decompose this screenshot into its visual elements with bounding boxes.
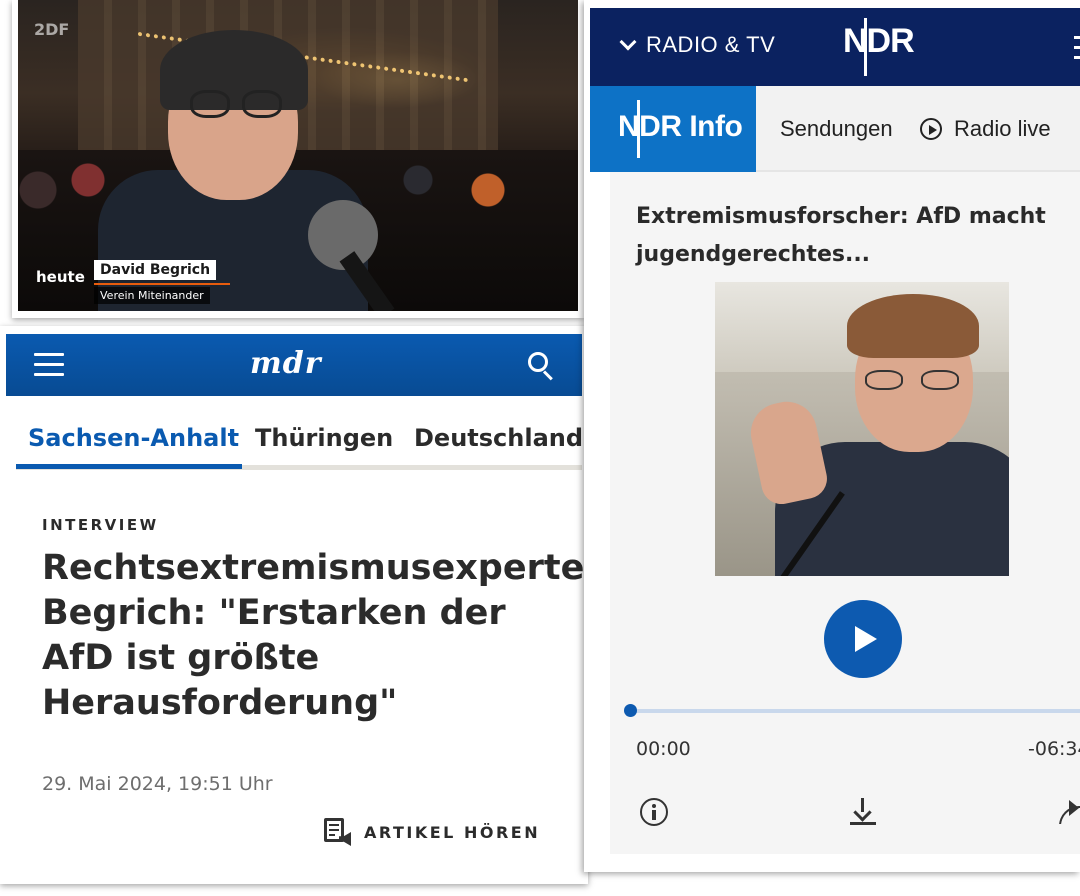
mdr-header-bar: mdr bbox=[6, 334, 582, 396]
region-tab-bar: Sachsen-Anhalt Thüringen Deutschland bbox=[16, 416, 583, 470]
ndr-logo[interactable]: NDR bbox=[843, 18, 915, 76]
ndr-top-bar: RADIO & TV NDR bbox=[590, 8, 1080, 86]
play-button[interactable] bbox=[824, 600, 902, 678]
lower-third-name: David Begrich bbox=[94, 260, 217, 280]
ndr-sub-navigation: NDR Info Sendungen Radio live bbox=[590, 86, 1080, 172]
active-tab-indicator bbox=[16, 464, 242, 469]
download-icon[interactable] bbox=[850, 796, 876, 826]
zdf-channel-logo: 2DF bbox=[34, 20, 70, 39]
ndr-info-logo-bar bbox=[637, 100, 640, 158]
photo-hand bbox=[745, 396, 831, 508]
chevron-down-icon bbox=[619, 33, 637, 51]
share-icon[interactable] bbox=[1055, 796, 1080, 824]
lower-third-organization: Verein Miteinander bbox=[94, 287, 210, 304]
ndr-info-logo[interactable]: NDR Info bbox=[590, 86, 756, 172]
lower-third-accent bbox=[94, 283, 230, 285]
interviewee-glasses bbox=[190, 90, 290, 120]
article-headline: Rechtsextremismusexperte Begrich: "Ersta… bbox=[42, 548, 585, 723]
tab-sachsen-anhalt[interactable]: Sachsen-Anhalt bbox=[28, 424, 239, 452]
progress-scrubber-handle[interactable] bbox=[624, 704, 637, 717]
heute-program-logo: heute bbox=[36, 268, 85, 286]
zdf-video-panel: 2DF heute David Begrich Verein Miteinand… bbox=[12, 0, 584, 318]
hamburger-menu-icon[interactable] bbox=[34, 353, 64, 377]
mdr-logo[interactable]: mdr bbox=[250, 346, 322, 381]
collage-page: 2DF heute David Begrich Verein Miteinand… bbox=[0, 0, 1080, 896]
radio-tv-label: RADIO & TV bbox=[646, 32, 776, 57]
speaker-photo bbox=[715, 282, 1009, 576]
mdr-article-panel: mdr Sachsen-Anhalt Thüringen Deutschland… bbox=[0, 326, 588, 884]
time-remaining: -06:34 bbox=[1028, 738, 1080, 760]
audio-card: Extremismusforscher: AfD macht jugendger… bbox=[610, 172, 1080, 854]
tab-thueringen[interactable]: Thüringen bbox=[255, 424, 393, 452]
photo-glasses bbox=[865, 370, 963, 392]
time-elapsed: 00:00 bbox=[636, 738, 691, 760]
article-date: 29. Mai 2024, 19:51 Uhr bbox=[42, 773, 273, 795]
ndr-logo-bar bbox=[864, 18, 867, 76]
audio-title[interactable]: Extremismusforscher: AfD macht jugendger… bbox=[636, 198, 1056, 274]
radio-tv-dropdown[interactable]: RADIO & TV bbox=[619, 32, 776, 58]
nav-sendungen[interactable]: Sendungen bbox=[780, 116, 893, 142]
listen-label: ARTIKEL HÖREN bbox=[364, 822, 541, 842]
listen-to-article-button[interactable]: ARTIKEL HÖREN bbox=[322, 814, 540, 850]
audio-progress-track[interactable] bbox=[624, 704, 1080, 717]
photo-hair bbox=[847, 294, 979, 358]
ndr-logo-text: NDR bbox=[843, 22, 915, 60]
ndr-audio-panel: RADIO & TV NDR NDR Info Sendungen Radio … bbox=[584, 0, 1080, 872]
search-icon[interactable] bbox=[526, 350, 556, 381]
radio-live-label: Radio live bbox=[954, 116, 1051, 141]
read-aloud-icon bbox=[322, 816, 352, 848]
article-overline: INTERVIEW bbox=[42, 516, 159, 534]
hamburger-menu-icon[interactable] bbox=[1074, 36, 1080, 60]
nav-radio-live[interactable]: Radio live bbox=[920, 116, 1051, 142]
play-circle-icon bbox=[920, 118, 942, 140]
info-icon[interactable] bbox=[640, 798, 668, 826]
tab-deutschland[interactable]: Deutschland bbox=[414, 424, 583, 452]
zdf-video-frame[interactable]: 2DF heute David Begrich Verein Miteinand… bbox=[18, 0, 578, 311]
